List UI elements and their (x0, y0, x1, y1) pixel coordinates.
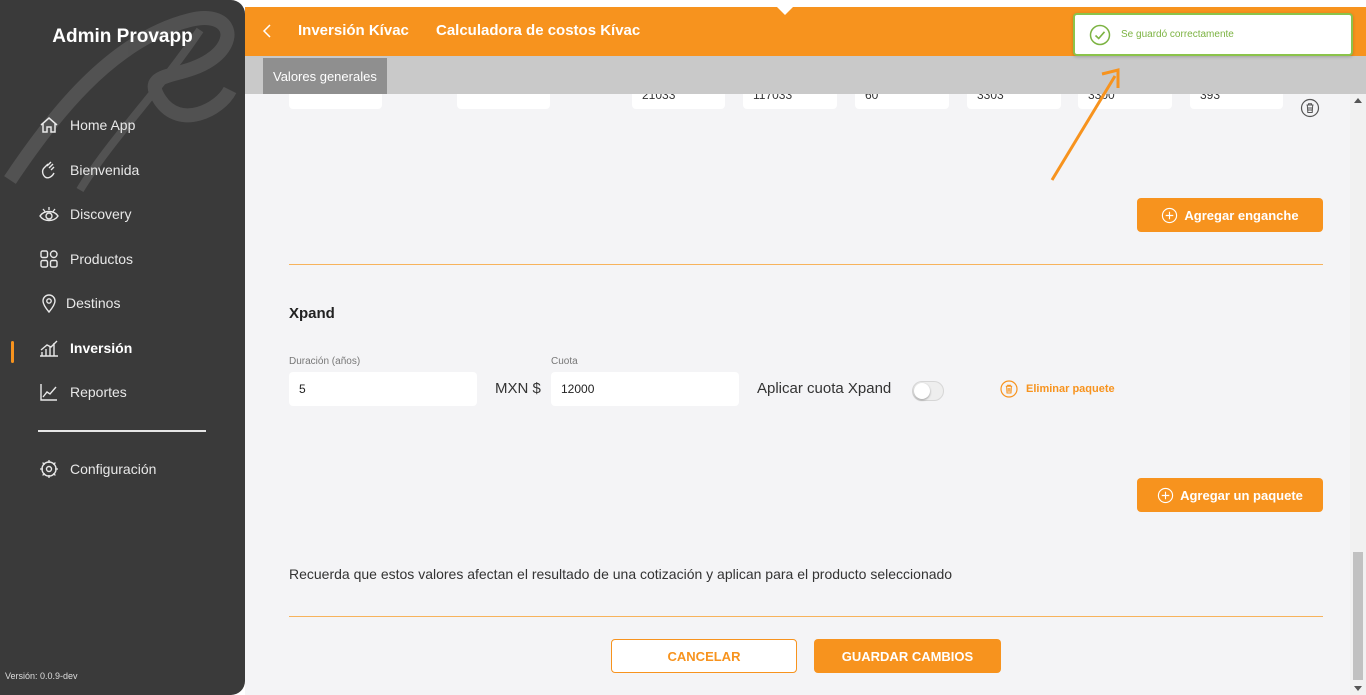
scrollbar[interactable] (1350, 94, 1366, 695)
success-toast: Se guardó correctamente (1073, 13, 1353, 56)
top-field-1[interactable] (289, 94, 382, 109)
top-field-3[interactable]: 21033 (632, 94, 725, 109)
toggle-knob (914, 383, 930, 399)
section-divider (289, 264, 1323, 265)
save-changes-button[interactable]: GUARDAR CAMBIOS (814, 639, 1001, 673)
sidebar-item-label: Home App (70, 117, 136, 133)
scrollbar-thumb[interactable] (1353, 552, 1363, 680)
top-field-4[interactable]: 117033 (743, 94, 837, 109)
cancel-button[interactable]: CANCELAR (611, 639, 797, 673)
sidebar-item-label: Productos (70, 251, 134, 267)
annotation-arrow-icon (1050, 68, 1120, 181)
sidebar-item-label: Configuración (70, 461, 157, 477)
top-field-5[interactable]: 60 (855, 94, 949, 109)
map-pin-icon (38, 292, 60, 314)
sidebar-item-discovery[interactable]: Discovery (38, 201, 131, 227)
breadcrumb-inversion-kivac[interactable]: Inversión Kívac (298, 22, 409, 39)
sidebar-item-label: Discovery (70, 206, 132, 222)
scroll-up-arrow-icon[interactable] (1354, 98, 1362, 103)
line-chart-icon (38, 381, 60, 403)
currency-label: MXN $ (495, 380, 541, 397)
delete-package-label: Eliminar paquete (1026, 383, 1115, 395)
main-content: 21033 117033 60 3303 3300 393 Agregar en… (245, 94, 1350, 695)
fee-field[interactable]: 12000 (551, 372, 739, 406)
subtab-bar: Valores generales (245, 56, 1366, 94)
package-title: Xpand (289, 305, 335, 322)
duration-field[interactable]: 5 (289, 372, 477, 406)
top-field-2[interactable] (457, 94, 550, 109)
plus-circle-icon (1157, 487, 1174, 503)
add-package-button[interactable]: Agregar un paquete (1137, 478, 1323, 512)
active-crumb-caret (777, 7, 793, 15)
app-title: Admin Provapp (52, 26, 193, 47)
grid-icon (38, 248, 60, 270)
sidebar-item-destinos[interactable]: Destinos (38, 290, 120, 316)
add-down-payment-button[interactable]: Agregar enganche (1137, 198, 1323, 232)
add-package-label: Agregar un paquete (1180, 487, 1303, 503)
footer-divider (289, 616, 1323, 617)
sidebar-item-home-app[interactable]: Home App (38, 112, 135, 138)
duration-label: Duración (años) (289, 356, 361, 367)
bar-chart-icon (38, 337, 60, 359)
eye-icon (38, 203, 60, 225)
trash-icon (1000, 380, 1018, 398)
info-note: Recuerda que estos valores afectan el re… (289, 566, 953, 582)
waving-hand-icon (38, 159, 60, 181)
sidebar-item-label: Reportes (70, 384, 127, 400)
add-down-payment-label: Agregar enganche (1184, 207, 1299, 223)
sidebar-item-label: Bienvenida (70, 162, 140, 178)
toast-message: Se guardó correctamente (1121, 29, 1234, 40)
version-label: Versión: 0.0.9-dev (5, 671, 78, 681)
apply-fee-toggle[interactable] (912, 381, 944, 401)
scroll-down-arrow-icon[interactable] (1354, 686, 1362, 691)
breadcrumb-calculadora[interactable]: Calculadora de costos Kívac (436, 22, 640, 39)
sidebar-item-productos[interactable]: Productos (38, 246, 133, 272)
check-circle-icon (1089, 24, 1111, 45)
trash-icon[interactable] (1300, 98, 1320, 118)
sidebar-item-inversion[interactable]: Inversión (38, 335, 132, 361)
apply-fee-label: Aplicar cuota Xpand (757, 380, 892, 397)
plus-circle-icon (1162, 207, 1178, 223)
top-field-8[interactable]: 393 (1190, 94, 1283, 109)
fee-label: Cuota (551, 356, 578, 367)
sidebar-item-configuracion[interactable]: Configuración (38, 456, 156, 482)
sidebar-item-label: Inversión (70, 340, 133, 356)
active-indicator (11, 341, 14, 363)
tab-valores-generales[interactable]: Valores generales (263, 58, 387, 94)
sidebar-item-label: Destinos (66, 295, 121, 311)
sidebar: Admin Provapp Home App Bienvenida Discov… (0, 0, 245, 695)
sidebar-divider (38, 430, 206, 432)
gear-icon (38, 458, 60, 480)
sidebar-item-reportes[interactable]: Reportes (38, 379, 127, 405)
sidebar-item-bienvenida[interactable]: Bienvenida (38, 157, 139, 183)
chevron-left-icon[interactable] (259, 22, 277, 40)
delete-package-button[interactable]: Eliminar paquete (1000, 380, 1115, 398)
home-icon (38, 114, 60, 136)
